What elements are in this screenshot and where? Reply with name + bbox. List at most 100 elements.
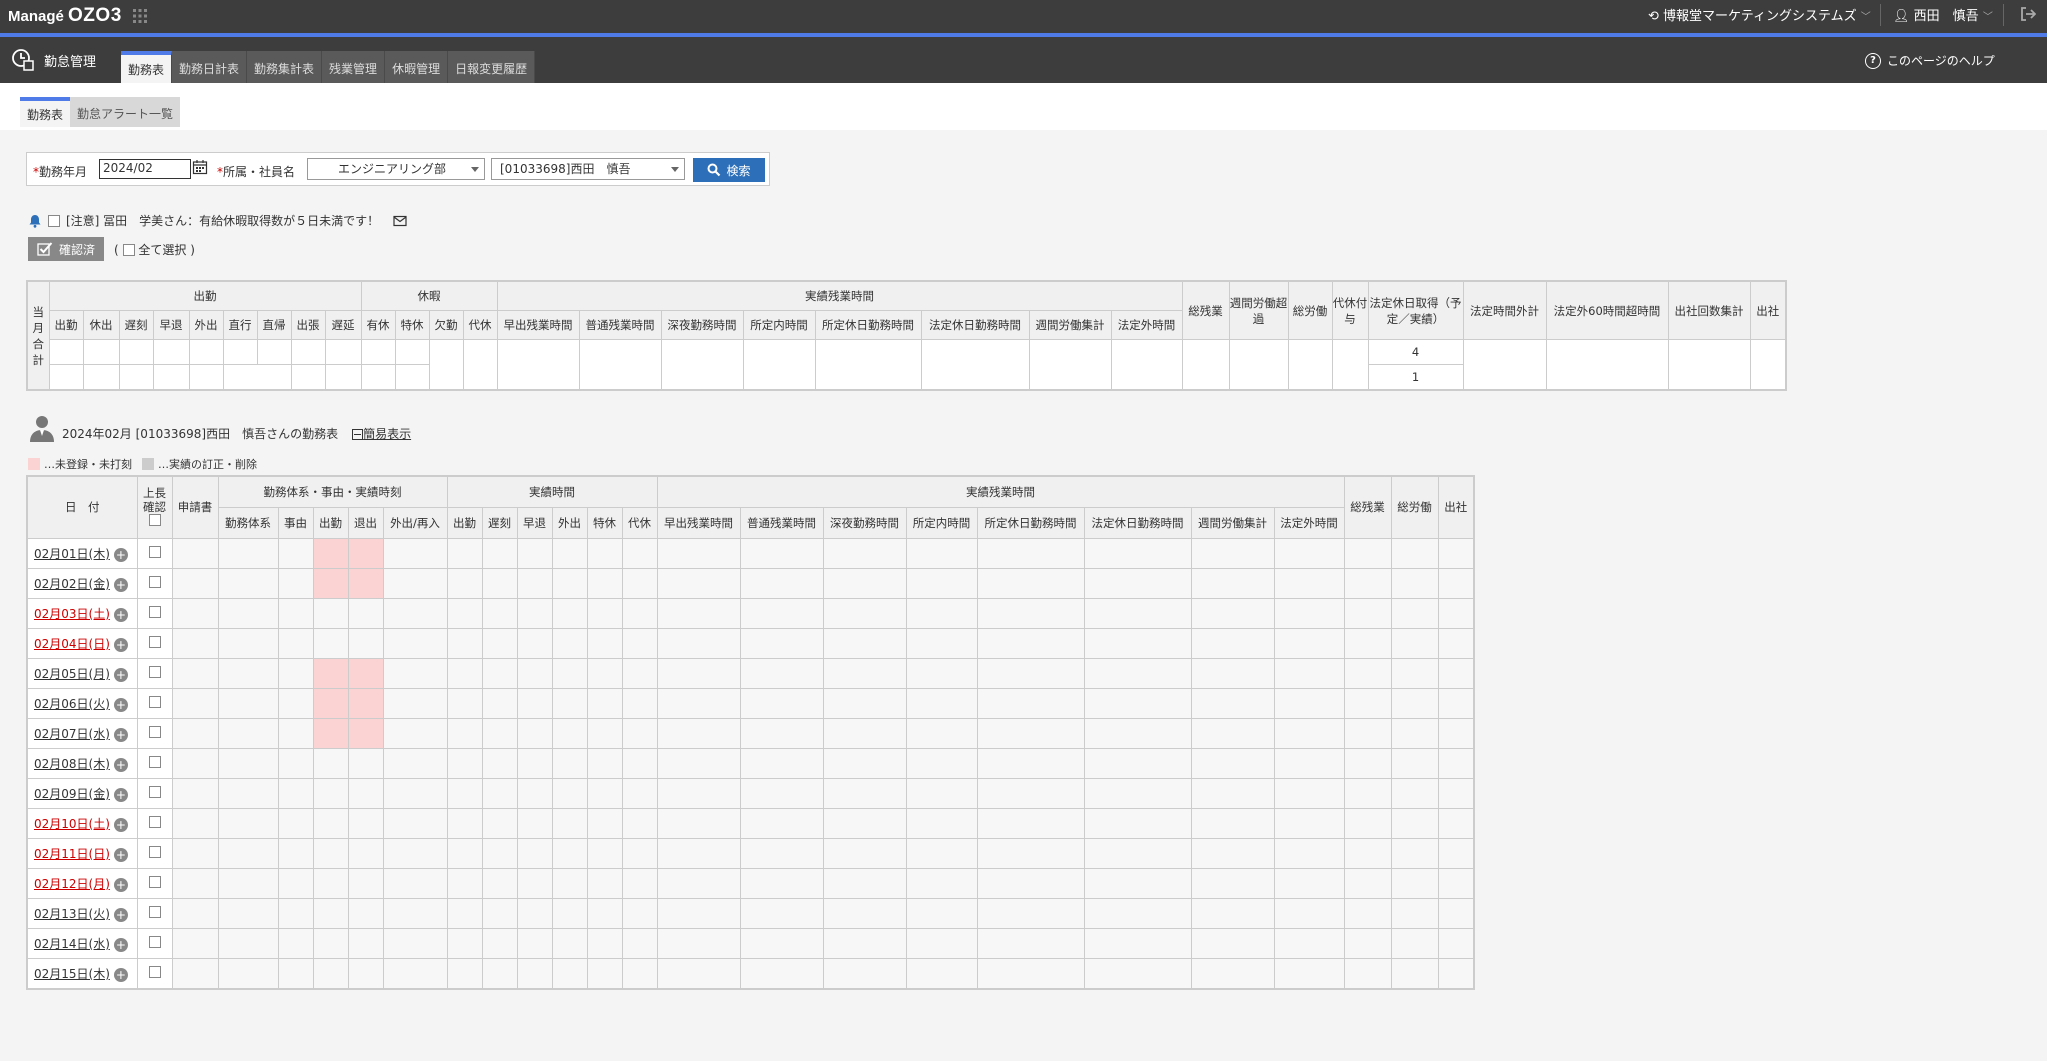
clock-out-cell[interactable] — [347, 688, 384, 719]
reason-cell[interactable] — [277, 658, 314, 689]
application-cell[interactable] — [171, 568, 219, 599]
app-grid-icon[interactable] — [132, 8, 148, 24]
work-type-cell[interactable] — [217, 808, 279, 839]
clock-in-cell[interactable] — [312, 748, 349, 779]
reason-cell[interactable] — [277, 928, 314, 959]
plus-circle-icon[interactable]: + — [113, 967, 128, 982]
date-link[interactable]: 02月05日(月) — [34, 667, 110, 681]
boss-check-all-checkbox[interactable] — [148, 514, 161, 526]
boss-confirm-checkbox[interactable] — [148, 786, 161, 798]
reason-cell[interactable] — [277, 598, 314, 629]
clock-out-cell[interactable] — [347, 718, 384, 749]
plus-circle-icon[interactable]: + — [113, 577, 128, 592]
date-link[interactable]: 02月11日(日) — [34, 847, 110, 861]
application-cell[interactable] — [171, 628, 219, 659]
user-menu[interactable]: 👤︎ 西田 慎吾 ﹀ — [1893, 5, 1993, 24]
clock-out-cell[interactable] — [347, 778, 384, 809]
application-cell[interactable] — [171, 688, 219, 719]
tab-leave[interactable]: 休暇管理 — [385, 51, 449, 83]
clock-in-cell[interactable] — [312, 898, 349, 929]
application-cell[interactable] — [171, 898, 219, 929]
clock-out-cell[interactable] — [347, 868, 384, 899]
month-input[interactable]: 2024/02 — [99, 159, 191, 179]
plus-circle-icon[interactable]: + — [113, 547, 128, 562]
application-cell[interactable] — [171, 928, 219, 959]
boss-confirm-checkbox[interactable] — [148, 906, 161, 918]
plus-circle-icon[interactable]: + — [113, 787, 128, 802]
clock-out-cell[interactable] — [347, 628, 384, 659]
reason-cell[interactable] — [277, 688, 314, 719]
tab-daily-report[interactable]: 勤務日計表 — [172, 51, 248, 83]
clock-in-cell[interactable] — [312, 808, 349, 839]
reason-cell[interactable] — [277, 958, 314, 990]
clock-out-cell[interactable] — [347, 808, 384, 839]
boss-confirm-checkbox[interactable] — [148, 876, 161, 888]
plus-circle-icon[interactable]: + — [113, 757, 128, 772]
clock-in-cell[interactable] — [312, 958, 349, 990]
calendar-icon[interactable] — [192, 159, 208, 175]
date-link[interactable]: 02月09日(金) — [34, 787, 110, 801]
clock-out-cell[interactable] — [347, 598, 384, 629]
boss-confirm-checkbox[interactable] — [148, 816, 161, 828]
boss-confirm-checkbox[interactable] — [148, 546, 161, 558]
date-link[interactable]: 02月06日(火) — [34, 697, 110, 711]
plus-circle-icon[interactable]: + — [113, 727, 128, 742]
reason-cell[interactable] — [277, 778, 314, 809]
application-cell[interactable] — [171, 718, 219, 749]
employee-select[interactable]: [01033698]西田 慎吾 — [491, 158, 685, 180]
plus-circle-icon[interactable]: + — [113, 607, 128, 622]
boss-confirm-checkbox[interactable] — [148, 756, 161, 768]
plus-circle-icon[interactable]: + — [113, 907, 128, 922]
reason-cell[interactable] — [277, 898, 314, 929]
reason-cell[interactable] — [277, 838, 314, 869]
work-type-cell[interactable] — [217, 538, 279, 569]
date-link[interactable]: 02月15日(木) — [34, 967, 110, 981]
tab-kinmuhyo[interactable]: 勤務表 — [121, 51, 173, 83]
select-all-checkbox[interactable] — [122, 244, 135, 256]
date-link[interactable]: 02月03日(土) — [34, 607, 110, 621]
plus-circle-icon[interactable]: + — [113, 937, 128, 952]
clock-in-cell[interactable] — [312, 538, 349, 569]
reason-cell[interactable] — [277, 868, 314, 899]
boss-confirm-checkbox[interactable] — [148, 666, 161, 678]
work-type-cell[interactable] — [217, 928, 279, 959]
work-type-cell[interactable] — [217, 838, 279, 869]
date-link[interactable]: 02月07日(水) — [34, 727, 110, 741]
work-type-cell[interactable] — [217, 778, 279, 809]
date-link[interactable]: 02月14日(水) — [34, 937, 110, 951]
date-link[interactable]: 02月12日(月) — [34, 877, 110, 891]
reason-cell[interactable] — [277, 718, 314, 749]
boss-confirm-checkbox[interactable] — [148, 846, 161, 858]
clock-out-cell[interactable] — [347, 838, 384, 869]
work-type-cell[interactable] — [217, 658, 279, 689]
work-type-cell[interactable] — [217, 958, 279, 990]
application-cell[interactable] — [171, 868, 219, 899]
mail-icon[interactable] — [393, 215, 407, 227]
plus-circle-icon[interactable]: + — [113, 637, 128, 652]
clock-out-cell[interactable] — [347, 658, 384, 689]
clock-in-cell[interactable] — [312, 568, 349, 599]
clock-out-cell[interactable] — [347, 748, 384, 779]
dept-select[interactable]: エンジニアリング部 — [307, 158, 485, 180]
simple-view-toggle[interactable]: 簡易表示 — [352, 425, 411, 442]
clock-in-cell[interactable] — [312, 928, 349, 959]
clock-out-cell[interactable] — [347, 958, 384, 990]
tab-change-history[interactable]: 日報変更履歴 — [448, 51, 536, 83]
boss-confirm-checkbox[interactable] — [148, 726, 161, 738]
application-cell[interactable] — [171, 658, 219, 689]
clock-out-cell[interactable] — [347, 568, 384, 599]
application-cell[interactable] — [171, 748, 219, 779]
app-logo[interactable]: Managé OZO3 — [8, 5, 122, 27]
reason-cell[interactable] — [277, 748, 314, 779]
tab-summary[interactable]: 勤務集計表 — [247, 51, 323, 83]
plus-circle-icon[interactable]: + — [113, 877, 128, 892]
application-cell[interactable] — [171, 598, 219, 629]
subtab-kinmuhyo[interactable]: 勤務表 — [20, 97, 71, 127]
work-type-cell[interactable] — [217, 568, 279, 599]
tab-overtime[interactable]: 残業管理 — [322, 51, 386, 83]
date-link[interactable]: 02月08日(木) — [34, 757, 110, 771]
work-type-cell[interactable] — [217, 898, 279, 929]
work-type-cell[interactable] — [217, 868, 279, 899]
work-type-cell[interactable] — [217, 748, 279, 779]
alert-checkbox[interactable] — [48, 214, 60, 227]
